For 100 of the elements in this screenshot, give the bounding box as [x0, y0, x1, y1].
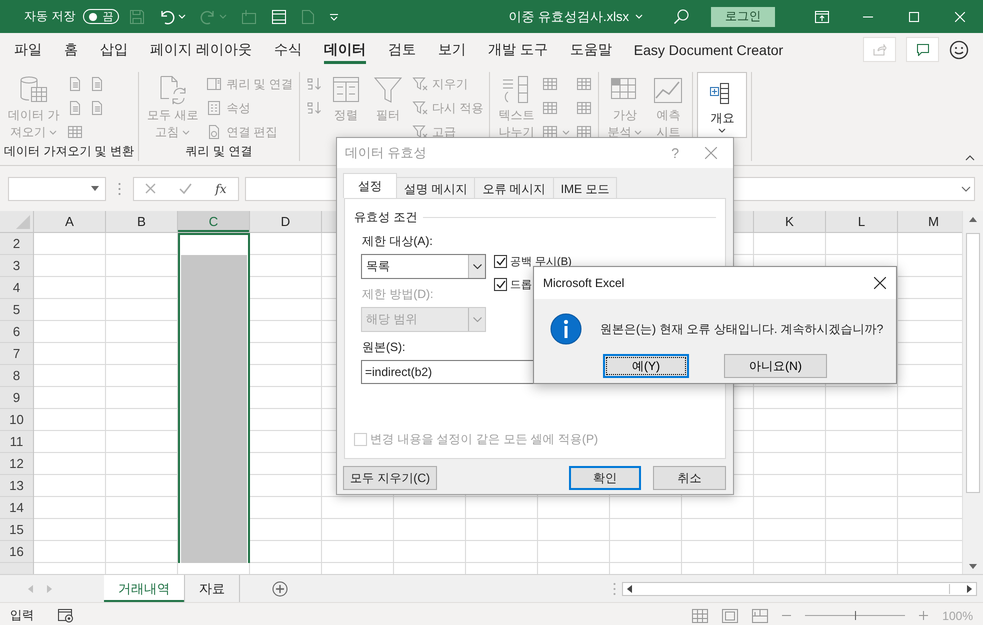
page-layout-icon[interactable] — [722, 608, 738, 622]
allow-dropdown[interactable]: 목록 — [361, 254, 486, 279]
menu-tab[interactable]: 수식 — [262, 33, 313, 66]
sheet-tab[interactable]: 거래내역 — [104, 575, 185, 602]
menu-tab[interactable]: 보기 — [426, 33, 477, 66]
menu-tab[interactable]: Easy Document Creator — [622, 33, 794, 66]
menu-tab[interactable]: 개발 도구 — [476, 33, 559, 66]
selected-cell[interactable] — [178, 541, 250, 563]
maximize-icon[interactable] — [909, 12, 919, 22]
menu-tab[interactable]: 페이지 레이아웃 — [139, 33, 263, 66]
column-header[interactable]: A — [34, 211, 106, 232]
menu-tab[interactable]: 데이터 — [312, 33, 377, 66]
mode-text: 입력 — [10, 607, 34, 624]
autosave-label: 자동 저장 — [24, 8, 76, 25]
insert-function-button[interactable]: fx — [215, 182, 227, 196]
row-header[interactable]: 13 — [0, 475, 33, 497]
row-header[interactable]: 3 — [0, 255, 33, 277]
message-text: 원본은(는) 현재 오류 상태입니다. 계속하시겠습니까? — [600, 320, 884, 338]
checkbox-box[interactable] — [494, 278, 507, 291]
grip-icon[interactable] — [613, 582, 616, 596]
field-label: 제한 방법(D): — [362, 286, 434, 303]
down-arrow-icon[interactable] — [969, 564, 977, 568]
filter-icon — [412, 100, 428, 116]
field-label: 원본(S): — [362, 339, 406, 356]
checkbox[interactable]: 공백 무시(B) — [494, 254, 572, 269]
column-header[interactable]: K — [754, 211, 826, 232]
right-arrow-icon[interactable] — [967, 584, 972, 592]
message-button[interactable]: 예(Y) — [603, 354, 689, 378]
table-icon — [542, 76, 558, 92]
row-header[interactable]: 7 — [0, 343, 33, 365]
collapse-icon[interactable] — [965, 155, 975, 161]
smiley-icon[interactable] — [949, 40, 969, 60]
row-header[interactable]: 4 — [0, 277, 33, 299]
dialog-button[interactable]: 확인 — [569, 466, 641, 490]
checkbox-box[interactable] — [494, 255, 507, 268]
row-header[interactable]: 10 — [0, 409, 33, 431]
normal-view-icon[interactable] — [692, 608, 708, 622]
column-header[interactable]: D — [250, 211, 322, 232]
row-header[interactable]: 6 — [0, 321, 33, 343]
row-header[interactable]: 8 — [0, 365, 33, 387]
row-header[interactable]: 5 — [0, 299, 33, 321]
row-header[interactable]: 9 — [0, 387, 33, 409]
dialog-tab[interactable]: 설명 메시지 — [396, 177, 476, 198]
column-header[interactable]: L — [826, 211, 898, 232]
menu-tab[interactable]: 파일 — [3, 33, 53, 66]
ribbon-button[interactable]: 개요 — [697, 72, 748, 138]
check-icon[interactable] — [179, 183, 192, 194]
caret-icon — [634, 130, 642, 135]
expand-icon[interactable] — [961, 186, 971, 192]
row-header[interactable]: 15 — [0, 519, 33, 541]
comment-button[interactable] — [906, 37, 939, 62]
up-arrow-icon[interactable] — [969, 216, 977, 222]
group-label: 데이터 가져오기 및 변환 — [3, 143, 136, 160]
left-arrow-icon[interactable] — [627, 584, 632, 592]
comment-icon — [916, 44, 930, 56]
dialog-tab[interactable]: IME 모드 — [552, 177, 618, 198]
menu-tab[interactable]: 삽입 — [89, 33, 139, 66]
search-icon[interactable] — [673, 8, 689, 24]
menu-tab[interactable]: 도움말 — [558, 33, 623, 66]
file-title[interactable]: 이중 유효성검사.xlsx — [508, 8, 673, 26]
row-header[interactable]: 11 — [0, 431, 33, 453]
dialog-tab[interactable]: 오류 메시지 — [474, 177, 554, 198]
filter-icon — [412, 76, 428, 92]
menu-tab[interactable]: 검토 — [376, 33, 427, 66]
checkbox[interactable]: 드롭 — [494, 277, 532, 292]
menu-tab[interactable]: 홈 — [53, 33, 89, 66]
message-button[interactable]: 아니요(N) — [724, 354, 827, 378]
column-header[interactable]: C — [178, 211, 250, 232]
undo-icon[interactable] — [159, 8, 176, 24]
macro-icon[interactable] — [58, 608, 74, 622]
table-icon — [576, 100, 592, 116]
table-icon — [576, 76, 592, 92]
caret-icon — [562, 130, 570, 134]
dialog-tab[interactable]: 설정 — [343, 173, 397, 198]
sort-icon — [306, 76, 322, 92]
row-header[interactable]: 14 — [0, 497, 33, 519]
caret-icon — [635, 14, 643, 19]
row-header[interactable]: 16 — [0, 541, 33, 563]
table-icon — [67, 124, 84, 140]
page-break-icon[interactable] — [752, 608, 768, 622]
dialog-button[interactable]: 취소 — [653, 466, 726, 490]
group-label: 쿼리 및 연결 — [184, 143, 254, 160]
row-header[interactable]: 12 — [0, 453, 33, 475]
row-header[interactable]: 2 — [0, 233, 33, 255]
caret-icon — [178, 14, 186, 19]
zoom-in-icon[interactable] — [919, 611, 928, 620]
form-icon[interactable] — [271, 8, 288, 24]
active-cell[interactable] — [178, 233, 250, 255]
add-sheet-icon[interactable] — [272, 580, 288, 596]
horizontal-scrollbar[interactable] — [622, 582, 977, 596]
close-icon[interactable] — [874, 277, 886, 289]
caret-icon — [718, 128, 726, 133]
ribbon-display-icon[interactable] — [815, 10, 829, 22]
login-button[interactable]: 로그인 — [711, 6, 775, 26]
dropdown-icon — [472, 264, 482, 269]
dialog-button[interactable]: 모두 지우기(C) — [343, 466, 437, 490]
customize-icon[interactable] — [329, 12, 340, 20]
vertical-scrollbar[interactable] — [962, 211, 983, 574]
autosave-toggle[interactable]: 끔 — [83, 9, 120, 24]
selected-cell[interactable] — [178, 255, 250, 277]
